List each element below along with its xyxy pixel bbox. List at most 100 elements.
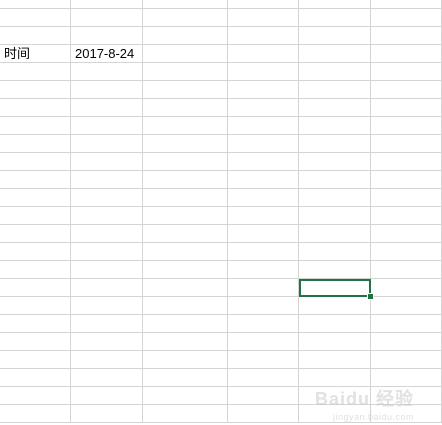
cell-r21-c0[interactable] <box>0 369 71 387</box>
cell-r1-c4[interactable] <box>299 9 371 27</box>
cell-r11-c5[interactable] <box>371 189 442 207</box>
cell-r20-c0[interactable] <box>0 351 71 369</box>
cell-r4-c4[interactable] <box>299 63 371 81</box>
cell-r1-c1[interactable] <box>71 9 143 27</box>
cell-r18-c1[interactable] <box>71 315 143 333</box>
cell-r20-c5[interactable] <box>371 351 442 369</box>
cell-r11-c4[interactable] <box>299 189 371 207</box>
cell-r10-c2[interactable] <box>143 171 228 189</box>
cell-r9-c2[interactable] <box>143 153 228 171</box>
cell-r20-c4[interactable] <box>299 351 371 369</box>
cell-r12-c2[interactable] <box>143 207 228 225</box>
cell-r7-c5[interactable] <box>371 117 442 135</box>
cell-r3-c1[interactable]: 2017-8-24 <box>71 45 143 63</box>
cell-r12-c5[interactable] <box>371 207 442 225</box>
cell-r18-c4[interactable] <box>299 315 371 333</box>
cell-r14-c1[interactable] <box>71 243 143 261</box>
cell-r5-c0[interactable] <box>0 81 71 99</box>
cell-r7-c0[interactable] <box>0 117 71 135</box>
cell-r1-c0[interactable] <box>0 9 71 27</box>
cell-r23-c4[interactable] <box>299 405 371 423</box>
cell-r3-c2[interactable] <box>143 45 228 63</box>
cell-r8-c0[interactable] <box>0 135 71 153</box>
cell-r4-c2[interactable] <box>143 63 228 81</box>
cell-r0-c1[interactable] <box>71 0 143 9</box>
cell-r21-c3[interactable] <box>228 369 299 387</box>
cell-r9-c5[interactable] <box>371 153 442 171</box>
cell-r20-c3[interactable] <box>228 351 299 369</box>
cell-r17-c2[interactable] <box>143 297 228 315</box>
cell-r9-c0[interactable] <box>0 153 71 171</box>
cell-r0-c3[interactable] <box>228 0 299 9</box>
cell-r12-c0[interactable] <box>0 207 71 225</box>
cell-r2-c1[interactable] <box>71 27 143 45</box>
cell-r16-c5[interactable] <box>371 279 442 297</box>
cell-r10-c4[interactable] <box>299 171 371 189</box>
cell-r20-c1[interactable] <box>71 351 143 369</box>
cell-r5-c5[interactable] <box>371 81 442 99</box>
cell-r22-c2[interactable] <box>143 387 228 405</box>
cell-r10-c5[interactable] <box>371 171 442 189</box>
cell-r23-c3[interactable] <box>228 405 299 423</box>
cell-r13-c5[interactable] <box>371 225 442 243</box>
cell-r17-c1[interactable] <box>71 297 143 315</box>
cell-r15-c2[interactable] <box>143 261 228 279</box>
cell-r0-c0[interactable] <box>0 0 71 9</box>
cell-r0-c2[interactable] <box>143 0 228 9</box>
cell-r23-c1[interactable] <box>71 405 143 423</box>
cell-r16-c1[interactable] <box>71 279 143 297</box>
cell-r21-c2[interactable] <box>143 369 228 387</box>
cell-r11-c2[interactable] <box>143 189 228 207</box>
cell-r12-c3[interactable] <box>228 207 299 225</box>
cell-r9-c1[interactable] <box>71 153 143 171</box>
cell-r2-c4[interactable] <box>299 27 371 45</box>
cell-r22-c3[interactable] <box>228 387 299 405</box>
cell-r2-c3[interactable] <box>228 27 299 45</box>
cell-r14-c0[interactable] <box>0 243 71 261</box>
cell-r19-c0[interactable] <box>0 333 71 351</box>
cell-r2-c5[interactable] <box>371 27 442 45</box>
cell-r6-c0[interactable] <box>0 99 71 117</box>
cell-r20-c2[interactable] <box>143 351 228 369</box>
cell-r0-c4[interactable] <box>299 0 371 9</box>
cell-r10-c3[interactable] <box>228 171 299 189</box>
cell-r4-c5[interactable] <box>371 63 442 81</box>
cell-r19-c4[interactable] <box>299 333 371 351</box>
cell-r7-c1[interactable] <box>71 117 143 135</box>
cell-r22-c5[interactable] <box>371 387 442 405</box>
cell-r3-c3[interactable] <box>228 45 299 63</box>
cell-r14-c3[interactable] <box>228 243 299 261</box>
cell-r18-c2[interactable] <box>143 315 228 333</box>
selected-cell[interactable] <box>299 279 371 297</box>
cell-r18-c5[interactable] <box>371 315 442 333</box>
cell-r16-c3[interactable] <box>228 279 299 297</box>
cell-r23-c2[interactable] <box>143 405 228 423</box>
cell-r5-c1[interactable] <box>71 81 143 99</box>
cell-r2-c0[interactable] <box>0 27 71 45</box>
cell-r8-c1[interactable] <box>71 135 143 153</box>
fill-handle[interactable] <box>367 293 374 300</box>
cell-r21-c1[interactable] <box>71 369 143 387</box>
cell-r21-c4[interactable] <box>299 369 371 387</box>
cell-r13-c0[interactable] <box>0 225 71 243</box>
cell-r17-c4[interactable] <box>299 297 371 315</box>
cell-r7-c2[interactable] <box>143 117 228 135</box>
cell-r14-c4[interactable] <box>299 243 371 261</box>
cell-r17-c5[interactable] <box>371 297 442 315</box>
cell-r19-c5[interactable] <box>371 333 442 351</box>
cell-r5-c2[interactable] <box>143 81 228 99</box>
cell-r11-c0[interactable] <box>0 189 71 207</box>
cell-r8-c4[interactable] <box>299 135 371 153</box>
cell-r12-c4[interactable] <box>299 207 371 225</box>
cell-r22-c0[interactable] <box>0 387 71 405</box>
cell-r6-c2[interactable] <box>143 99 228 117</box>
cell-r23-c0[interactable] <box>0 405 71 423</box>
cell-r6-c1[interactable] <box>71 99 143 117</box>
cell-r15-c3[interactable] <box>228 261 299 279</box>
cell-r13-c3[interactable] <box>228 225 299 243</box>
cell-r21-c5[interactable] <box>371 369 442 387</box>
cell-r11-c3[interactable] <box>228 189 299 207</box>
cell-r9-c4[interactable] <box>299 153 371 171</box>
cell-r16-c0[interactable] <box>0 279 71 297</box>
cell-r22-c4[interactable] <box>299 387 371 405</box>
